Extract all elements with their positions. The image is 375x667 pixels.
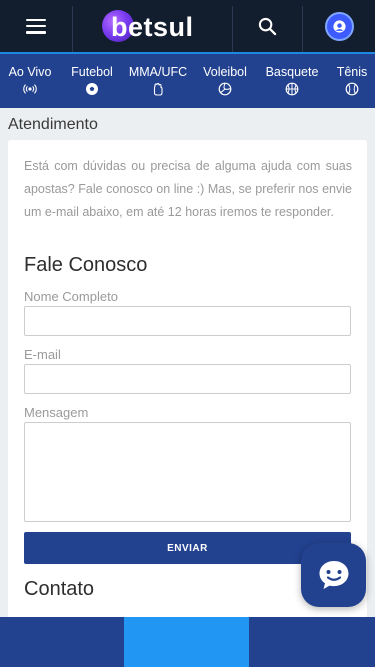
sport-label: Futebol <box>71 65 113 79</box>
search-button[interactable] <box>232 0 302 52</box>
form-title: Fale Conosco <box>24 254 148 276</box>
brand-logo[interactable]: betsul <box>102 10 194 44</box>
top-header: betsul <box>0 0 375 54</box>
live-chat-button[interactable] <box>301 543 366 607</box>
menu-button[interactable] <box>0 0 72 52</box>
bottom-tab-2-active[interactable] <box>124 617 249 667</box>
basketball-icon <box>285 82 299 96</box>
volleyball-icon <box>218 82 232 96</box>
message-field[interactable] <box>24 422 351 522</box>
sport-tab-futebol[interactable]: Futebol <box>66 54 118 108</box>
sport-tab-ao-vivo[interactable]: Ao Vivo <box>4 54 56 108</box>
header-divider <box>72 6 73 52</box>
sports-navigation: Ao Vivo Futebol MMA/UFC Voleibol Basquet… <box>0 54 375 108</box>
fist-icon <box>153 82 163 96</box>
sport-label: MMA/UFC <box>128 65 188 79</box>
user-avatar-icon <box>324 11 354 41</box>
intro-text: Está com dúvidas ou precisa de alguma aj… <box>24 159 352 219</box>
sport-tab-mma-ufc[interactable]: MMA/UFC <box>128 54 188 108</box>
user-account-button[interactable] <box>303 0 375 52</box>
sport-label: Tênis <box>336 65 368 79</box>
contact-section-title: Contato <box>24 578 95 600</box>
live-broadcast-icon <box>23 84 37 94</box>
name-label: Nome Completo <box>24 289 118 304</box>
chat-bubble-icon <box>319 561 348 589</box>
email-field[interactable] <box>24 364 351 394</box>
sport-label: Basquete <box>265 65 319 79</box>
sport-label: Voleibol <box>203 65 247 79</box>
bottom-tab-1[interactable] <box>0 617 124 667</box>
sport-label: Ao Vivo <box>8 65 52 79</box>
sport-tab-basquete[interactable]: Basquete <box>263 54 321 108</box>
soccer-ball-icon <box>86 83 98 95</box>
full-name-field[interactable] <box>24 306 351 336</box>
sport-tab-tenis[interactable]: Tênis <box>333 54 371 108</box>
sport-tab-voleibol[interactable]: Voleibol <box>198 54 252 108</box>
page-title: Atendimento <box>8 116 98 133</box>
bottom-tab-3[interactable] <box>249 617 375 667</box>
hamburger-menu-icon <box>26 18 46 34</box>
email-label: E-mail <box>24 347 61 362</box>
search-icon <box>258 17 276 35</box>
bottom-navigation <box>0 617 375 667</box>
tennis-ball-icon <box>345 82 359 96</box>
message-label: Mensagem <box>24 405 89 420</box>
brand-name: betsul <box>111 12 194 42</box>
